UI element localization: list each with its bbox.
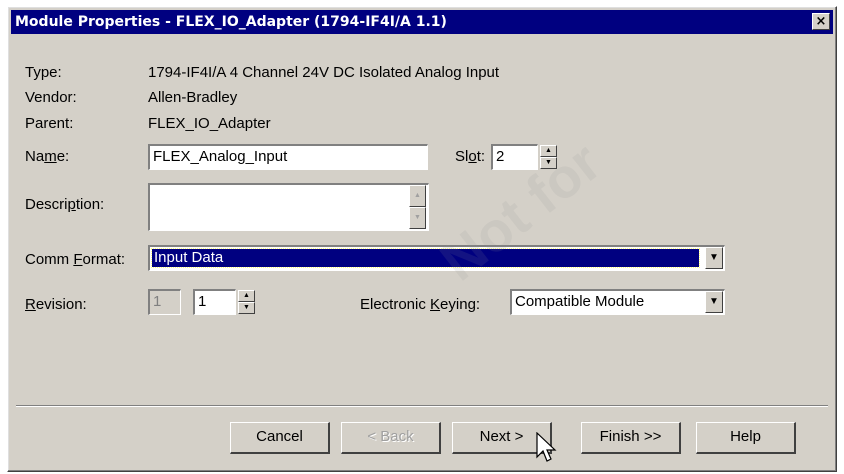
spin-up-icon[interactable]: ▲ (238, 290, 255, 302)
vendor-value: Allen-Bradley (148, 89, 238, 106)
parent-label: Parent: (25, 115, 74, 132)
electronic-keying-label: Electronic Keying: (360, 296, 481, 313)
comm-format-label: Comm Format: (25, 251, 126, 268)
name-label: Name: (25, 148, 70, 165)
comm-format-value: Input Data (151, 248, 700, 268)
description-input[interactable] (148, 183, 429, 231)
module-properties-dialog: Module Properties - FLEX_IO_Adapter (179… (7, 6, 837, 472)
scroll-up-icon[interactable]: ▲ (409, 185, 426, 207)
vendor-label: Vendor: (25, 89, 77, 106)
window-title: Module Properties - FLEX_IO_Adapter (179… (15, 14, 447, 30)
description-scrollbar[interactable]: ▲ ▼ (409, 185, 426, 229)
separator (16, 405, 828, 407)
slot-input[interactable]: 2 (491, 144, 538, 170)
mouse-pointer-icon (536, 432, 557, 462)
help-button[interactable]: Help (696, 422, 796, 454)
revision-spinner[interactable]: ▲ ▼ (238, 290, 255, 314)
electronic-keying-select[interactable]: Compatible Module (510, 289, 725, 315)
revision-minor-input[interactable]: 1 (193, 289, 236, 315)
spin-up-icon[interactable]: ▲ (540, 145, 557, 157)
spin-down-icon[interactable]: ▼ (238, 302, 255, 314)
type-value: 1794-IF4I/A 4 Channel 24V DC Isolated An… (148, 64, 500, 81)
close-icon: × (815, 14, 827, 29)
parent-value: FLEX_IO_Adapter (148, 115, 271, 132)
revision-label: Revision: (25, 296, 87, 313)
slot-label: Slot: (455, 148, 486, 165)
name-input[interactable]: FLEX_Analog_Input (148, 144, 428, 170)
keying-dropdown-icon[interactable]: ▼ (705, 291, 723, 313)
comm-format-dropdown-icon[interactable]: ▼ (705, 247, 723, 269)
back-button[interactable]: < Back (341, 422, 441, 454)
spin-down-icon[interactable]: ▼ (540, 157, 557, 169)
close-button[interactable]: × (812, 13, 830, 30)
type-label: Type: (25, 64, 62, 81)
revision-major-input: 1 (148, 289, 181, 315)
cancel-button[interactable]: Cancel (230, 422, 330, 454)
title-bar: Module Properties - FLEX_IO_Adapter (179… (11, 10, 833, 34)
scroll-down-icon[interactable]: ▼ (409, 207, 426, 229)
finish-button[interactable]: Finish >> (581, 422, 681, 454)
slot-spinner[interactable]: ▲ ▼ (540, 145, 557, 169)
description-label: Description: (25, 196, 105, 213)
